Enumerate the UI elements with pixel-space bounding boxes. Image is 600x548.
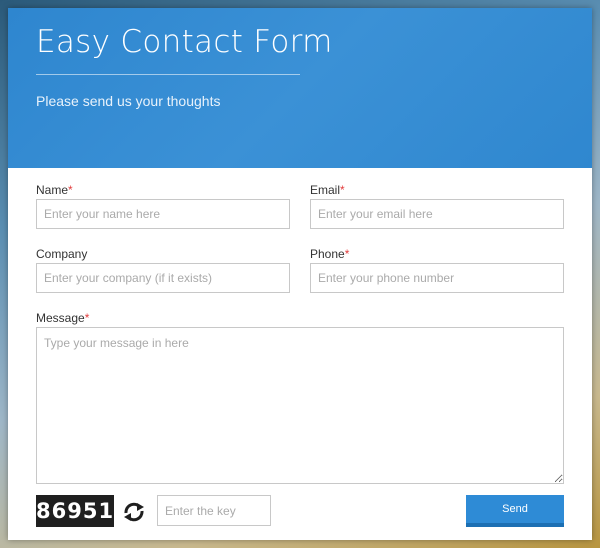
- name-required-mark: *: [68, 183, 73, 197]
- company-label-text: Company: [36, 247, 88, 261]
- phone-label-text: Phone: [310, 247, 345, 261]
- name-label: Name*: [36, 183, 73, 197]
- name-input[interactable]: [36, 199, 290, 229]
- refresh-icon[interactable]: [122, 502, 146, 522]
- company-label: Company: [36, 247, 87, 261]
- message-label: Message*: [36, 311, 89, 325]
- contact-form-card: Easy Contact Form Please send us your th…: [8, 8, 592, 540]
- message-label-text: Message: [36, 311, 85, 325]
- captcha-image: 86951: [36, 495, 114, 527]
- refresh-icon-glyph: [124, 502, 144, 522]
- form-header: Easy Contact Form Please send us your th…: [8, 8, 592, 168]
- company-input[interactable]: [36, 263, 290, 293]
- send-button[interactable]: Send: [466, 495, 564, 527]
- email-label-text: Email: [310, 183, 341, 197]
- phone-required-mark: *: [344, 247, 350, 261]
- email-input[interactable]: [310, 199, 564, 229]
- phone-label: Phone*: [310, 247, 349, 261]
- name-label-text: Name: [36, 183, 69, 197]
- form-subtitle: Please send us your thoughts: [36, 93, 221, 109]
- message-textarea[interactable]: [36, 327, 564, 484]
- captcha-key-input[interactable]: [157, 495, 271, 526]
- phone-input[interactable]: [310, 263, 564, 293]
- email-label: Email*: [310, 183, 345, 197]
- form-title: Easy Contact Form: [36, 24, 333, 60]
- message-required-mark: *: [84, 311, 90, 325]
- title-divider: [36, 74, 300, 75]
- email-required-mark: *: [340, 183, 345, 197]
